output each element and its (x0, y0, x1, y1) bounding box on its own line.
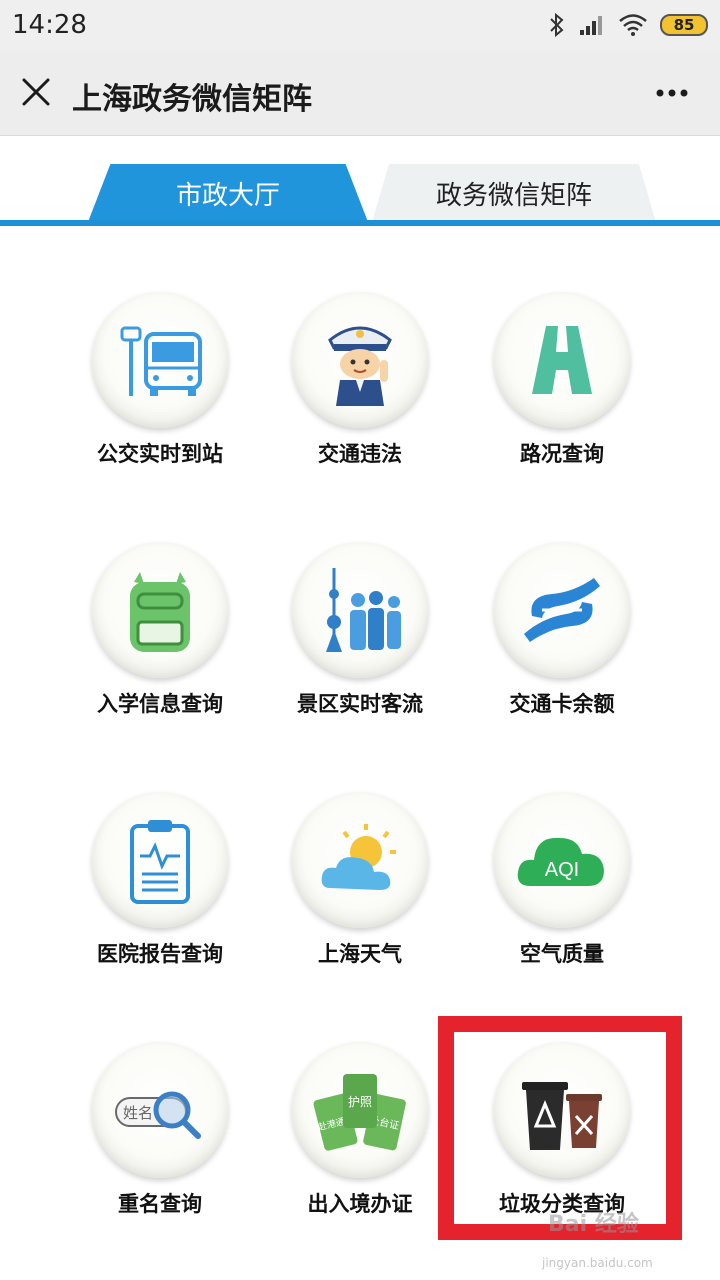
app-bar: 上海政务微信矩阵 (0, 52, 720, 136)
service-label: 交通卡余额 (509, 692, 615, 716)
school-bag-icon (130, 572, 190, 652)
close-icon[interactable] (18, 74, 54, 110)
bus-stop-icon (120, 326, 202, 396)
service-label: 公交实时到站 (97, 442, 223, 466)
name-badge-text: 姓名 (123, 1104, 153, 1122)
service-label: 医院报告查询 (97, 942, 223, 966)
tab-wechat-matrix[interactable]: 政务微信矩阵 (372, 164, 656, 222)
tab-underline (0, 220, 720, 226)
status-time: 14:28 (12, 10, 87, 40)
battery-indicator: 85 (660, 14, 708, 36)
medical-report-icon (130, 820, 190, 904)
aqi-text: AQI (545, 859, 579, 881)
status-bar: 14:28 85 (0, 0, 720, 52)
weather-icon (321, 824, 396, 890)
icon-bubble (292, 542, 428, 678)
service-exit-entry-permit[interactable]: 赴港通证 赴台证 护照 出入境办证 (260, 1042, 460, 1262)
icon-bubble: 姓名 (92, 1042, 228, 1178)
icon-bubble (292, 292, 428, 428)
service-label: 路况查询 (520, 442, 604, 466)
service-label: 出入境办证 (307, 1192, 413, 1216)
icon-bubble (494, 292, 630, 428)
icon-bubble (494, 542, 630, 678)
bluetooth-icon (550, 12, 564, 38)
passport-icon: 赴港通证 赴台证 护照 (313, 1074, 406, 1151)
service-transport-card[interactable]: 交通卡余额 (462, 542, 662, 762)
service-traffic-violation[interactable]: 交通违法 (260, 292, 460, 512)
transport-card-icon (524, 578, 600, 642)
tab-bar: 市政大厅 政务微信矩阵 (0, 136, 720, 228)
service-label: 重名查询 (118, 1192, 202, 1216)
air-quality-icon: AQI (517, 837, 604, 886)
service-school-enrollment[interactable]: 入学信息查询 (60, 542, 260, 762)
status-icons: 85 (548, 12, 708, 38)
wifi-icon (619, 14, 647, 36)
icon-bubble (92, 792, 228, 928)
service-air-quality[interactable]: AQI 空气质量 (462, 792, 662, 1012)
service-hospital-report[interactable]: 医院报告查询 (60, 792, 260, 1012)
tab-city-hall[interactable]: 市政大厅 (88, 164, 368, 222)
service-label: 上海天气 (318, 942, 402, 966)
watermark-url: jingyan.baidu.com (542, 1256, 653, 1270)
service-name-search[interactable]: 姓名 重名查询 (60, 1042, 260, 1262)
service-label: 景区实时客流 (297, 692, 423, 716)
service-label: 入学信息查询 (97, 692, 223, 716)
icon-bubble (92, 292, 228, 428)
icon-bubble: 赴港通证 赴台证 护照 (292, 1042, 428, 1178)
name-search-icon: 姓名 (115, 1091, 201, 1139)
card-text-passport: 护照 (348, 1095, 372, 1109)
signal-icon (580, 16, 602, 35)
service-label: 交通违法 (318, 442, 402, 466)
service-shanghai-weather[interactable]: 上海天气 (260, 792, 460, 1012)
more-options-icon[interactable] (652, 78, 692, 108)
service-road-condition[interactable]: 路况查询 (462, 292, 662, 512)
service-bus-arrival[interactable]: 公交实时到站 (60, 292, 260, 512)
icon-bubble (92, 542, 228, 678)
watermark: Bai 经验 (548, 1212, 639, 1237)
icon-bubble (292, 792, 428, 928)
service-label: 空气质量 (520, 942, 604, 966)
service-scenic-crowd[interactable]: 景区实时客流 (260, 542, 460, 762)
icon-bubble: AQI (494, 792, 630, 928)
road-icon (532, 326, 592, 394)
page-title: 上海政务微信矩阵 (72, 82, 312, 117)
tourist-crowd-icon (326, 568, 401, 652)
traffic-police-icon (328, 326, 392, 406)
